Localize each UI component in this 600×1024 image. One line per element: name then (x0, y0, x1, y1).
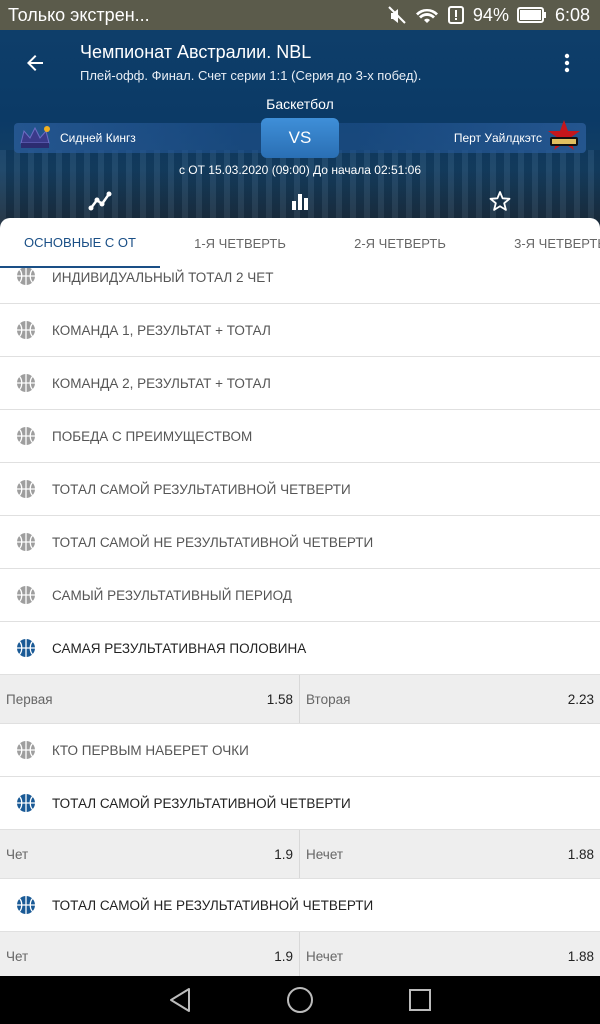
clock: 6:08 (554, 4, 590, 25)
back-button[interactable] (20, 48, 50, 78)
odd-name: Первая (6, 691, 53, 707)
odds-row: Чет 1.9 Нечет 1.88 (0, 932, 600, 976)
market-row[interactable]: КОМАНДА 1, РЕЗУЛЬТАТ + ТОТАЛ (0, 304, 600, 357)
status-bar: Только экстрен... 94% 6:08 (0, 0, 600, 30)
tab-main-with-ot[interactable]: ОСНОВНЫЕ С ОТ (0, 218, 160, 268)
market-label: ИНДИВИДУАЛЬНЫЙ ТОТАЛ 2 ЧЕТ (52, 270, 274, 285)
odd-value: 2.23 (567, 691, 594, 707)
bar-stats-button[interactable] (282, 188, 318, 214)
line-chart-icon (88, 191, 112, 211)
odd-button[interactable]: Первая 1.58 (0, 675, 300, 723)
line-stats-button[interactable] (82, 188, 118, 214)
market-label: САМЫЙ РЕЗУЛЬТАТИВНЫЙ ПЕРИОД (52, 587, 292, 603)
mute-icon (387, 5, 407, 25)
sport-label: Баскетбол (266, 96, 334, 112)
odd-name: Чет (6, 846, 29, 862)
odd-value: 1.9 (274, 948, 293, 964)
basketball-icon (17, 794, 35, 812)
odd-name: Нечет (306, 948, 344, 964)
more-vert-icon (564, 53, 570, 73)
away-team-logo (546, 118, 582, 156)
basketball-icon (17, 321, 35, 339)
wifi-icon (415, 5, 439, 25)
market-label: ТОТАЛ САМОЙ НЕ РЕЗУЛЬТАТИВНОЙ ЧЕТВЕРТИ (52, 897, 374, 913)
basketball-icon (17, 896, 35, 914)
market-label: ТОТАЛ САМОЙ РЕЗУЛЬТАТИВНОЙ ЧЕТВЕРТИ (52, 481, 351, 497)
odd-button[interactable]: Нечет 1.88 (300, 932, 600, 976)
odds-row: Чет 1.9 Нечет 1.88 (0, 830, 600, 879)
odd-value: 1.88 (567, 846, 594, 862)
market-row[interactable]: ТОТАЛ САМОЙ НЕ РЕЗУЛЬТАТИВНОЙ ЧЕТВЕРТИ (0, 516, 600, 569)
battery-icon (516, 6, 547, 24)
page-subtitle: Плей-офф. Финал. Счет серии 1:1 (Серия д… (80, 68, 422, 83)
market-list: ИНДИВИДУАЛЬНЫЙ ТОТАЛ 2 ЧЕТ КОМАНДА 1, РЕ… (0, 268, 600, 976)
tab-quarter-2[interactable]: 2-Я ЧЕТВЕРТЬ (320, 218, 480, 268)
market-row[interactable]: ТОТАЛ САМОЙ РЕЗУЛЬТАТИВНОЙ ЧЕТВЕРТИ (0, 463, 600, 516)
basketball-icon (17, 533, 35, 551)
market-label: ТОТАЛ САМОЙ НЕ РЕЗУЛЬТАТИВНОЙ ЧЕТВЕРТИ (52, 534, 374, 550)
status-icons: 94% 6:08 (387, 5, 590, 26)
star-icon (489, 191, 511, 211)
basketball-icon (17, 639, 35, 657)
notification-text: Только экстрен... (8, 4, 150, 25)
tab-quarter-3[interactable]: 3-Я ЧЕТВЕРТЬ (480, 218, 600, 268)
market-label: САМАЯ РЕЗУЛЬТАТИВНАЯ ПОЛОВИНА (52, 640, 307, 656)
system-nav-bar (0, 976, 600, 1024)
nav-home-button[interactable] (280, 980, 320, 1020)
sim-alert-icon (447, 5, 465, 25)
home-team-logo (18, 123, 52, 151)
start-info: с ОТ 15.03.2020 (09:00) До начала 02:51:… (178, 163, 422, 177)
nav-recents-button[interactable] (400, 980, 440, 1020)
basketball-icon (17, 586, 35, 604)
odd-value: 1.58 (266, 691, 293, 707)
odd-value: 1.88 (567, 948, 594, 964)
odd-button[interactable]: Чет 1.9 (0, 932, 300, 976)
home-team-name: Сидней Кингз (60, 131, 136, 145)
favorite-button[interactable] (482, 188, 518, 214)
odd-button[interactable]: Чет 1.9 (0, 830, 300, 878)
market-tabs: ОСНОВНЫЕ С ОТ 1-Я ЧЕТВЕРТЬ 2-Я ЧЕТВЕРТЬ … (0, 218, 600, 268)
market-label: ПОБЕДА С ПРЕИМУЩЕСТВОМ (52, 428, 253, 444)
odds-row: Первая 1.58 Вторая 2.23 (0, 675, 600, 724)
market-row[interactable]: КОМАНДА 2, РЕЗУЛЬТАТ + ТОТАЛ (0, 357, 600, 410)
away-team-name: Перт Уайлдкэтс (453, 131, 542, 145)
odd-button[interactable]: Нечет 1.88 (300, 830, 600, 878)
square-recents-icon (409, 989, 431, 1011)
vs-button[interactable]: VS (261, 118, 339, 158)
more-options-button[interactable] (552, 48, 582, 78)
nav-back-button[interactable] (160, 980, 200, 1020)
match-header: Чемпионат Австралии. NBL Плей-офф. Финал… (0, 30, 600, 230)
market-row[interactable]: КТО ПЕРВЫМ НАБЕРЕТ ОЧКИ (0, 724, 600, 777)
odd-name: Нечет (306, 846, 344, 862)
bar-chart-icon (292, 194, 308, 210)
basketball-icon (17, 480, 35, 498)
market-row[interactable]: ПОБЕДА С ПРЕИМУЩЕСТВОМ (0, 410, 600, 463)
market-label: КОМАНДА 2, РЕЗУЛЬТАТ + ТОТАЛ (52, 375, 271, 391)
odd-name: Чет (6, 948, 29, 964)
market-label: КОМАНДА 1, РЕЗУЛЬТАТ + ТОТАЛ (52, 322, 271, 338)
market-row-expanded[interactable]: ТОТАЛ САМОЙ НЕ РЕЗУЛЬТАТИВНОЙ ЧЕТВЕРТИ (0, 879, 600, 932)
market-row[interactable]: ИНДИВИДУАЛЬНЫЙ ТОТАЛ 2 ЧЕТ (0, 268, 600, 304)
battery-percent: 94% (472, 4, 509, 25)
market-label: КТО ПЕРВЫМ НАБЕРЕТ ОЧКИ (52, 742, 249, 758)
basketball-icon (17, 268, 35, 285)
odd-button[interactable]: Вторая 2.23 (300, 675, 600, 723)
arrow-left-icon (27, 55, 43, 71)
triangle-back-icon (170, 988, 190, 1012)
odd-value: 1.9 (274, 846, 293, 862)
market-row[interactable]: САМЫЙ РЕЗУЛЬТАТИВНЫЙ ПЕРИОД (0, 569, 600, 622)
page-title: Чемпионат Австралии. NBL (80, 42, 312, 62)
tab-quarter-1[interactable]: 1-Я ЧЕТВЕРТЬ (160, 218, 320, 268)
market-label: ТОТАЛ САМОЙ РЕЗУЛЬТАТИВНОЙ ЧЕТВЕРТИ (52, 795, 351, 811)
basketball-icon (17, 374, 35, 392)
basketball-icon (17, 427, 35, 445)
market-row-expanded[interactable]: САМАЯ РЕЗУЛЬТАТИВНАЯ ПОЛОВИНА (0, 622, 600, 675)
circle-home-icon (287, 987, 313, 1013)
odd-name: Вторая (306, 691, 351, 707)
market-row-expanded[interactable]: ТОТАЛ САМОЙ РЕЗУЛЬТАТИВНОЙ ЧЕТВЕРТИ (0, 777, 600, 830)
basketball-icon (17, 741, 35, 759)
